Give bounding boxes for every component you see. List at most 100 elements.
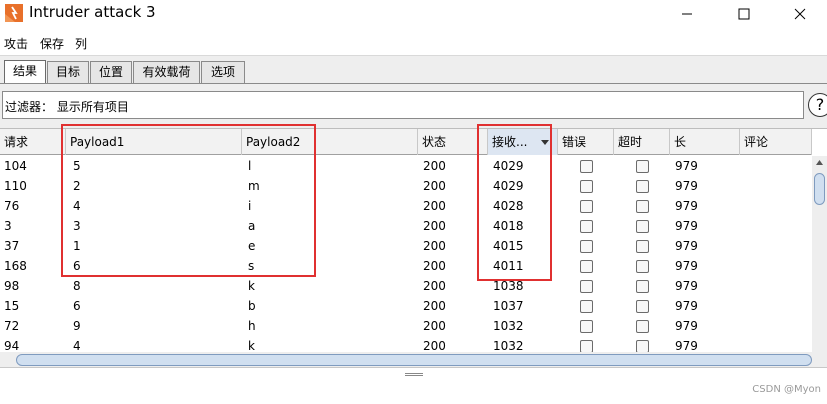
timeout-checkbox[interactable]	[636, 200, 649, 213]
col-timeout[interactable]: 超时	[614, 129, 670, 155]
cell-request: 72	[4, 319, 20, 333]
table-row[interactable]: 15 6 b 200 1037 979	[0, 296, 812, 316]
cell-length: 979	[675, 259, 698, 273]
table-header: 请求 Payload1 Payload2 状态 接收... 错误 超时 长 评论	[0, 129, 812, 155]
vertical-scroll-thumb[interactable]	[814, 173, 825, 205]
col-length[interactable]: 长	[670, 129, 740, 155]
watermark: CSDN @Myon⁣	[752, 384, 821, 395]
cell-request: 110	[4, 179, 27, 193]
menu-bar: 攻击 保存 列	[0, 32, 827, 52]
split-handle[interactable]	[405, 373, 423, 376]
cell-payload1: 4	[73, 339, 81, 352]
col-comment[interactable]: 评论	[740, 129, 812, 155]
table-row[interactable]: 94 4 k 200 1032 979	[0, 336, 812, 352]
error-checkbox[interactable]	[580, 200, 593, 213]
cell-length: 979	[675, 159, 698, 173]
error-checkbox[interactable]	[580, 220, 593, 233]
cell-length: 979	[675, 179, 698, 193]
timeout-checkbox[interactable]	[636, 340, 649, 352]
horizontal-scroll-thumb[interactable]	[16, 354, 812, 366]
cell-payload1: 5	[73, 159, 81, 173]
cell-received: 1037	[493, 299, 524, 313]
cell-request: 15	[4, 299, 20, 313]
cell-received: 1032	[493, 319, 524, 333]
error-checkbox[interactable]	[580, 340, 593, 352]
cell-length: 979	[675, 279, 698, 293]
burp-app-icon	[5, 4, 23, 22]
cell-request: 98	[4, 279, 20, 293]
timeout-checkbox[interactable]	[636, 180, 649, 193]
col-received[interactable]: 接收...	[488, 129, 558, 155]
cell-payload1: 6	[73, 259, 81, 273]
cell-length: 979	[675, 339, 698, 352]
table-row[interactable]: 110 2 m 200 4029 979	[0, 176, 812, 196]
scroll-up-icon[interactable]	[812, 156, 827, 170]
maximize-icon	[738, 8, 750, 20]
timeout-checkbox[interactable]	[636, 280, 649, 293]
cell-payload2: h	[248, 319, 256, 333]
cell-received: 4029	[493, 179, 524, 193]
timeout-checkbox[interactable]	[636, 240, 649, 253]
minimize-button[interactable]	[659, 0, 715, 28]
timeout-checkbox[interactable]	[636, 320, 649, 333]
tab-payloads[interactable]: 有效载荷	[133, 61, 200, 85]
filter-bar[interactable]: 过滤器： 显示所有项目	[2, 91, 804, 119]
cell-payload2: k	[248, 279, 255, 293]
tab-target[interactable]: 目标	[47, 61, 89, 85]
table-row[interactable]: 104 5 l 200 4029 979	[0, 156, 812, 176]
cell-payload2: l	[248, 159, 252, 173]
cell-payload1: 3	[73, 219, 81, 233]
cell-status: 200	[423, 299, 446, 313]
tab-options[interactable]: 选项	[201, 61, 245, 85]
cell-length: 979	[675, 319, 698, 333]
error-checkbox[interactable]	[580, 300, 593, 313]
error-checkbox[interactable]	[580, 160, 593, 173]
error-checkbox[interactable]	[580, 180, 593, 193]
cell-payload2: k	[248, 339, 255, 352]
horizontal-scrollbar[interactable]	[0, 352, 827, 368]
table-row[interactable]: 3 3 a 200 4018 979	[0, 216, 812, 236]
menu-columns[interactable]: 列	[75, 35, 87, 52]
cell-received: 1032	[493, 339, 524, 352]
cell-request: 37	[4, 239, 20, 253]
cell-payload1: 8	[73, 279, 81, 293]
col-payload1[interactable]: Payload1	[66, 129, 242, 155]
cell-received: 4011	[493, 259, 524, 273]
cell-payload1: 6	[73, 299, 81, 313]
table-row[interactable]: 168 6 s 200 4011 979	[0, 256, 812, 276]
error-checkbox[interactable]	[580, 260, 593, 273]
timeout-checkbox[interactable]	[636, 220, 649, 233]
cell-status: 200	[423, 199, 446, 213]
cell-status: 200	[423, 339, 446, 352]
cell-payload2: b	[248, 299, 256, 313]
cell-payload2: s	[248, 259, 255, 273]
cell-payload2: i	[248, 199, 252, 213]
col-error[interactable]: 错误	[558, 129, 614, 155]
cell-length: 979	[675, 299, 698, 313]
error-checkbox[interactable]	[580, 320, 593, 333]
timeout-checkbox[interactable]	[636, 260, 649, 273]
col-request[interactable]: 请求	[0, 129, 66, 155]
timeout-checkbox[interactable]	[636, 300, 649, 313]
timeout-checkbox[interactable]	[636, 160, 649, 173]
help-button[interactable]: ?	[808, 93, 827, 117]
error-checkbox[interactable]	[580, 240, 593, 253]
table-row[interactable]: 37 1 e 200 4015 979	[0, 236, 812, 256]
table-row[interactable]: 76 4 i 200 4028 979	[0, 196, 812, 216]
col-payload2[interactable]: Payload2	[242, 129, 418, 155]
maximize-button[interactable]	[716, 0, 772, 28]
table-row[interactable]: 72 9 h 200 1032 979	[0, 316, 812, 336]
tab-positions[interactable]: 位置	[90, 61, 132, 85]
table-body: 104 5 l 200 4029 979 110 2 m 200 4029 979 76 4 i 200 402…	[0, 156, 812, 352]
col-status[interactable]: 状态	[418, 129, 488, 155]
cell-payload2: m	[248, 179, 260, 193]
cell-request: 104	[4, 159, 27, 173]
cell-status: 200	[423, 279, 446, 293]
menu-attack[interactable]: 攻击	[4, 35, 28, 52]
cell-status: 200	[423, 259, 446, 273]
cell-received: 4018	[493, 219, 524, 233]
close-button[interactable]	[772, 0, 827, 28]
menu-save[interactable]: 保存	[40, 35, 64, 52]
error-checkbox[interactable]	[580, 280, 593, 293]
table-row[interactable]: 98 8 k 200 1038 979	[0, 276, 812, 296]
